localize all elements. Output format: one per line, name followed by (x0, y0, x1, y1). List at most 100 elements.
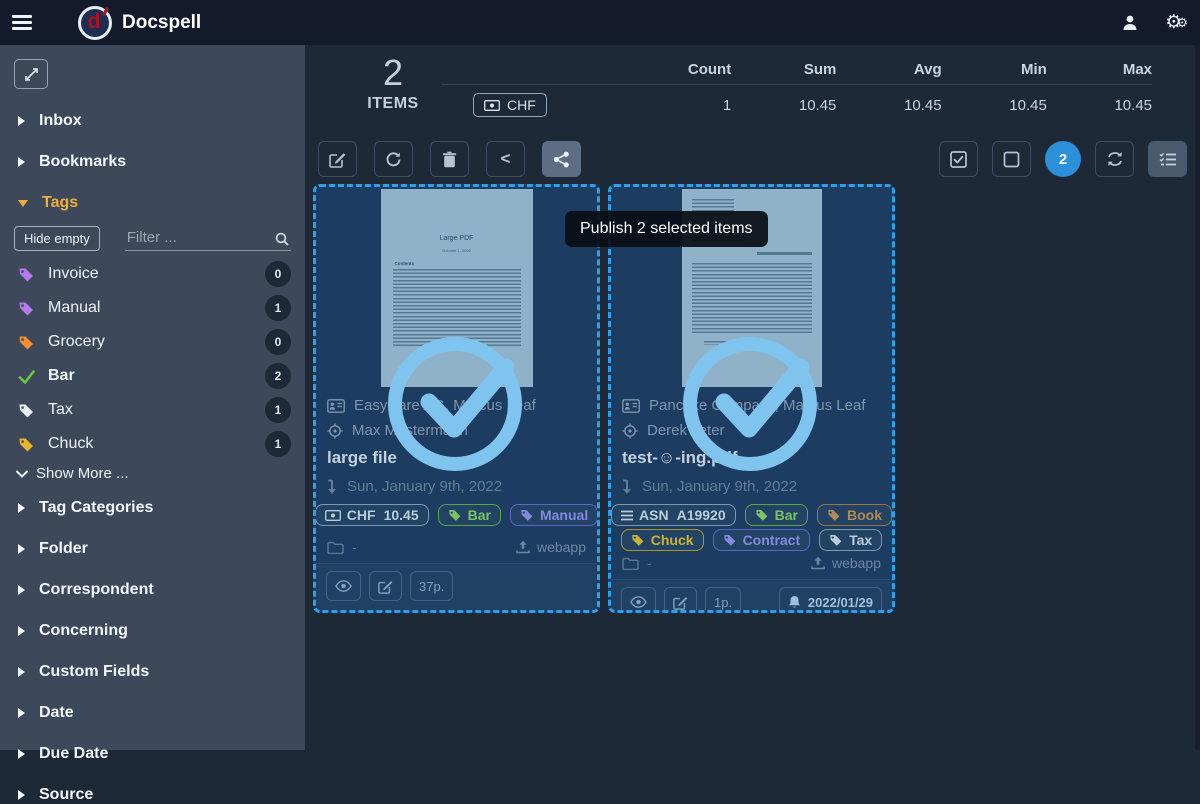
open-detail-button[interactable] (664, 587, 697, 613)
source-icon (811, 556, 825, 570)
tag-row-manual[interactable]: Manual 1 (14, 297, 291, 319)
correspondent-line: EasyCare AG, Marcus Leaf (316, 397, 597, 414)
reprocess-icon (385, 151, 402, 168)
chevron-down-icon (16, 470, 28, 478)
tag-badge-chuck: Chuck (621, 529, 704, 551)
caret-right-icon (18, 749, 25, 759)
list-view-toggle-button[interactable] (1148, 141, 1187, 177)
reprocess-button[interactable] (374, 141, 413, 177)
preview-icon (630, 596, 647, 608)
item-count-label: ITEMS (333, 95, 453, 113)
correspondent-icon (622, 399, 640, 413)
merge-button[interactable]: < (486, 141, 525, 177)
top-navbar: d Docspell ⚙⚙ (0, 0, 1200, 45)
user-icon[interactable] (1121, 14, 1139, 32)
concerning-line: Max Mustermann (316, 422, 597, 439)
item-date-value: Sun, January 9th, 2022 (642, 478, 797, 495)
app-logo[interactable]: d Docspell (78, 6, 201, 40)
preview-button[interactable] (326, 571, 361, 601)
selected-count-badge: 2 (1045, 141, 1081, 177)
cell-sum: 10.45 (731, 97, 836, 114)
preview-icon (335, 580, 352, 592)
due-date-value: 2022/01/29 (808, 595, 873, 610)
tag-badge-tax: Tax (819, 529, 882, 551)
tag-icon (18, 436, 35, 453)
select-all-button[interactable] (939, 141, 978, 177)
menu-button[interactable] (0, 0, 44, 45)
sidebar-item-date[interactable]: Date (14, 704, 291, 722)
hide-empty-toggle[interactable]: Hide empty (14, 226, 100, 251)
tag-badge-label: Bar (468, 507, 491, 523)
cell-max: 10.45 (1047, 97, 1152, 114)
sidebar-item-bookmarks[interactable]: Bookmarks (14, 153, 291, 171)
sidebar-item-tags[interactable]: Tags (14, 194, 291, 212)
tag-row-bar-selected[interactable]: Bar 2 (14, 365, 291, 387)
sidebar-item-tag-categories[interactable]: Tag Categories (14, 499, 291, 517)
check-icon (18, 368, 35, 385)
sidebar-item-label: Correspondent (39, 581, 154, 599)
delete-button[interactable] (430, 141, 469, 177)
folder-value: - (647, 555, 652, 571)
tag-icon (448, 508, 462, 522)
sidebar: Inbox Bookmarks Tags Hide empty Invoice … (0, 45, 305, 750)
tag-icon (827, 508, 841, 522)
sidebar-item-due-date[interactable]: Due Date (14, 745, 291, 763)
share-tooltip: Publish 2 selected items (565, 211, 768, 247)
item-card-test-ing-pdf[interactable]: Pancake Company, Marcus Leaf Derek Jeter… (608, 184, 895, 613)
tag-row-invoice[interactable]: Invoice 0 (14, 263, 291, 285)
sidebar-collapse-button[interactable] (14, 59, 48, 89)
sidebar-item-folder[interactable]: Folder (14, 540, 291, 558)
correspondent-value: EasyCare AG, Marcus Leaf (354, 397, 536, 414)
show-more-label: Show More ... (36, 465, 129, 482)
gears-icon[interactable]: ⚙⚙ (1165, 11, 1182, 34)
show-more-link[interactable]: Show More ... (14, 465, 291, 482)
item-date-icon (622, 479, 632, 495)
card-footer: 37p. (316, 563, 597, 610)
preview-doc-date: October 1, 2020 (381, 248, 533, 253)
share-button[interactable] (542, 141, 581, 177)
tag-icon (18, 402, 35, 419)
tag-badge-bar: Bar (745, 504, 808, 526)
sidebar-item-source[interactable]: Source (14, 786, 291, 804)
card-footer: 1p. 2022/01/29 (611, 579, 892, 613)
tag-row-grocery[interactable]: Grocery 0 (14, 331, 291, 353)
concerning-icon (327, 423, 343, 439)
tag-count-badge: 0 (265, 329, 291, 355)
tag-row-chuck[interactable]: Chuck 1 (14, 433, 291, 455)
docspell-logo-icon: d (78, 6, 112, 40)
folder-source-line: - webapp (316, 539, 597, 555)
concerning-value: Derek Jeter (647, 422, 725, 439)
edit-selected-button[interactable] (318, 141, 357, 177)
tag-icon (18, 300, 35, 317)
sidebar-item-inbox[interactable]: Inbox (14, 112, 291, 130)
folder-icon (622, 557, 639, 570)
trash-icon (442, 151, 457, 168)
preview-button[interactable] (621, 587, 656, 613)
item-date-line: Sun, January 9th, 2022 (316, 478, 597, 495)
open-detail-button[interactable] (369, 571, 402, 601)
sidebar-item-concerning[interactable]: Concerning (14, 622, 291, 640)
item-card-large-file[interactable]: Large PDF October 1, 2020 Contents EasyC… (313, 184, 600, 613)
tag-filter-input[interactable] (125, 226, 291, 251)
field-badge-label: ASN (639, 507, 669, 523)
cell-count: 1 (626, 97, 731, 114)
tag-label: Grocery (48, 333, 105, 351)
money-icon (484, 100, 500, 111)
folder-icon (327, 541, 344, 554)
field-badge-value: 10.45 (384, 507, 419, 523)
sidebar-item-custom-fields[interactable]: Custom Fields (14, 663, 291, 681)
tag-badge-label: Tax (849, 532, 872, 548)
correspondent-icon (327, 399, 345, 413)
tag-badge-bar: Bar (438, 504, 501, 526)
table-row: CHF 1 10.45 10.45 10.45 10.45 (441, 85, 1152, 125)
deselect-all-button[interactable] (992, 141, 1031, 177)
correspondent-value: Pancake Company, Marcus Leaf (649, 397, 866, 414)
scrollbar[interactable] (1195, 45, 1200, 750)
caret-right-icon (18, 790, 25, 800)
sidebar-item-correspondent[interactable]: Correspondent (14, 581, 291, 599)
tag-badge-label: Chuck (651, 532, 694, 548)
tag-badge-book: Book (817, 504, 892, 526)
tag-row-tax[interactable]: Tax 1 (14, 399, 291, 421)
invert-selection-button[interactable] (1095, 141, 1134, 177)
tag-badge-label: Book (847, 507, 882, 523)
